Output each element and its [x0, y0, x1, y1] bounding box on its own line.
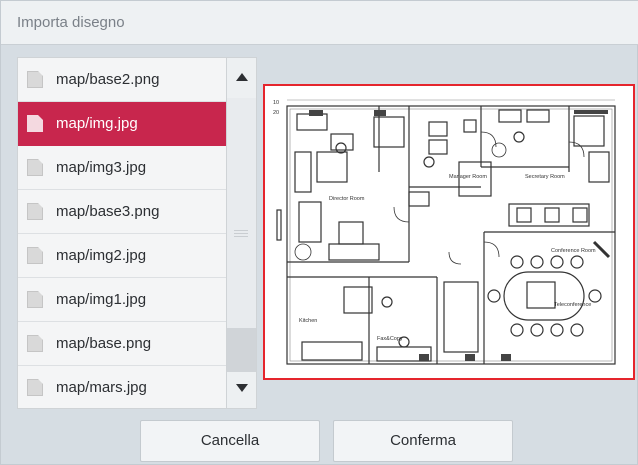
image-preview: 10 20 Director Room Manager Room Secreta…	[263, 84, 635, 380]
file-name: map/img.jpg	[56, 115, 138, 132]
file-list-item[interactable]: map/img3.jpg	[18, 146, 226, 190]
scroll-grip	[234, 233, 248, 234]
file-icon	[27, 335, 43, 352]
floorplan-label-kitchen: Kitchen	[299, 318, 317, 324]
file-list-item[interactable]: map/base.png	[18, 322, 226, 366]
floorplan-label-fax: Fax&Copy	[377, 336, 403, 342]
scroll-grip	[234, 230, 248, 231]
file-name: map/mars.jpg	[56, 379, 147, 396]
file-name: map/base.png	[56, 335, 152, 352]
floorplan-label-director: Director Room	[329, 196, 365, 202]
file-list-item[interactable]: map/img1.jpg	[18, 278, 226, 322]
file-name: map/img3.jpg	[56, 159, 147, 176]
file-icon	[27, 71, 43, 88]
floorplan-dim-left: 20	[273, 110, 279, 116]
file-icon	[27, 247, 43, 264]
scroll-thumb[interactable]	[227, 328, 256, 372]
file-icon	[27, 115, 43, 132]
import-drawing-dialog: Importa disegno map/base2.png map/img.jp…	[0, 0, 638, 465]
scroll-track[interactable]	[227, 98, 256, 372]
file-list-item[interactable]: map/base3.png	[18, 190, 226, 234]
file-icon	[27, 203, 43, 220]
file-list-scrollbar[interactable]	[227, 57, 257, 409]
confirm-button[interactable]: Conferma	[333, 420, 513, 462]
floorplan-dim-top: 10	[273, 100, 279, 106]
file-list: map/base2.png map/img.jpg map/img3.jpg m…	[17, 57, 227, 409]
file-name: map/base3.png	[56, 203, 160, 220]
file-list-item[interactable]: map/img2.jpg	[18, 234, 226, 278]
dialog-title-bar: Importa disegno	[1, 1, 638, 45]
floorplan-label-manager: Manager Room	[449, 174, 487, 180]
scroll-grip	[234, 236, 248, 237]
file-icon	[27, 159, 43, 176]
file-list-item-selected[interactable]: map/img.jpg	[18, 102, 226, 146]
file-name: map/base2.png	[56, 71, 160, 88]
dialog-title: Importa disegno	[17, 14, 125, 31]
file-icon	[27, 291, 43, 308]
file-icon	[27, 379, 43, 396]
file-name: map/img2.jpg	[56, 247, 147, 264]
floorplan-label-teleconference: Teleconference	[554, 302, 591, 308]
floorplan-label-conference: Conference Room	[551, 248, 596, 254]
file-name: map/img1.jpg	[56, 291, 147, 308]
scroll-down-icon[interactable]	[227, 370, 256, 408]
scroll-up-icon[interactable]	[227, 58, 256, 98]
floorplan-label-secretary: Secretary Room	[525, 174, 565, 180]
file-list-item[interactable]: map/base2.png	[18, 58, 226, 102]
cancel-button[interactable]: Cancella	[140, 420, 320, 462]
file-list-item[interactable]: map/mars.jpg	[18, 366, 226, 408]
floorplan-image: 10 20 Director Room Manager Room Secreta…	[273, 99, 616, 365]
